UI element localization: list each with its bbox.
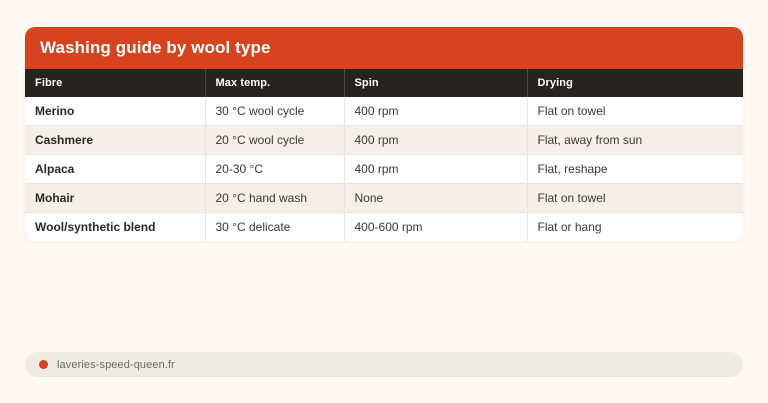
washing-guide-table: Fibre Max temp. Spin Drying Merino 30 °C…: [25, 69, 743, 241]
cell-max-temp: 30 °C delicate: [205, 212, 345, 241]
washing-guide-card: Washing guide by wool type Fibre Max tem…: [25, 27, 743, 241]
column-header-max-temp: Max temp.: [205, 69, 345, 97]
cell-spin: 400 rpm: [344, 125, 528, 155]
source-link-chip[interactable]: laveries-speed-queen.fr: [25, 352, 743, 377]
cell-fibre: Cashmere: [25, 125, 206, 155]
source-domain: laveries-speed-queen.fr: [57, 358, 175, 371]
table-row: Merino 30 °C wool cycle 400 rpm Flat on …: [25, 97, 743, 126]
cell-drying: Flat, reshape: [527, 154, 743, 184]
cell-max-temp: 20 °C hand wash: [205, 183, 345, 213]
cell-fibre: Merino: [25, 97, 206, 126]
cell-max-temp: 20 °C wool cycle: [205, 125, 345, 155]
table-row: Cashmere 20 °C wool cycle 400 rpm Flat, …: [25, 125, 743, 155]
column-header-spin: Spin: [344, 69, 528, 97]
table-row: Mohair 20 °C hand wash None Flat on towe…: [25, 183, 743, 213]
cell-drying: Flat on towel: [527, 183, 743, 213]
column-header-fibre: Fibre: [25, 69, 206, 97]
cell-fibre: Mohair: [25, 183, 206, 213]
cell-drying: Flat or hang: [527, 212, 743, 241]
column-header-drying: Drying: [527, 69, 743, 97]
cell-drying: Flat on towel: [527, 97, 743, 126]
table-row: Alpaca 20-30 °C 400 rpm Flat, reshape: [25, 154, 743, 184]
cell-max-temp: 30 °C wool cycle: [205, 97, 345, 126]
cell-fibre: Wool/synthetic blend: [25, 212, 206, 241]
cell-spin: 400 rpm: [344, 97, 528, 126]
table-header-row: Fibre Max temp. Spin Drying: [25, 69, 743, 97]
cell-drying: Flat, away from sun: [527, 125, 743, 155]
cell-fibre: Alpaca: [25, 154, 206, 184]
cell-spin: None: [344, 183, 528, 213]
cell-max-temp: 20-30 °C: [205, 154, 345, 184]
table-row: Wool/synthetic blend 30 °C delicate 400-…: [25, 212, 743, 241]
cell-spin: 400 rpm: [344, 154, 528, 184]
page-title: Washing guide by wool type: [40, 38, 271, 57]
card-header: Washing guide by wool type: [25, 27, 743, 69]
red-dot-icon: [39, 360, 48, 369]
cell-spin: 400-600 rpm: [344, 212, 528, 241]
